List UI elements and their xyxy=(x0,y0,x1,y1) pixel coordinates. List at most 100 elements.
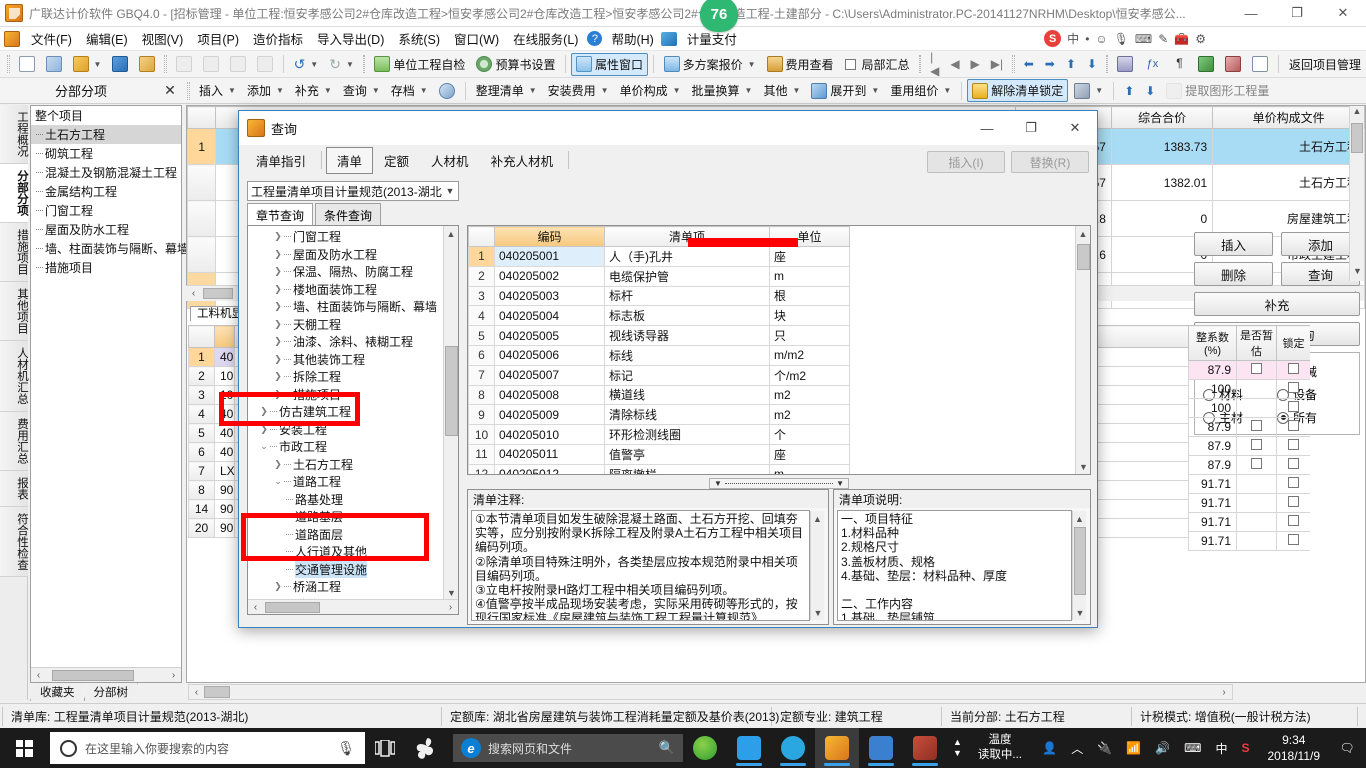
chevron-right-icon[interactable]: ❯ xyxy=(272,336,284,347)
table-row[interactable]: 87.9 xyxy=(1188,417,1310,437)
minimize-button[interactable]: — xyxy=(1228,0,1274,27)
paste-button[interactable] xyxy=(225,53,251,76)
book-button[interactable] xyxy=(1193,53,1219,76)
col-price-file[interactable]: 单价构成文件 xyxy=(1212,106,1365,129)
chapter-node-road-surface[interactable]: 道路面层 xyxy=(250,526,444,544)
menu-item-system[interactable]: 系统(S) xyxy=(391,26,447,51)
list-table-vertical-scrollbar[interactable]: ▲ ▼ xyxy=(1075,226,1090,474)
checkbox-icon[interactable] xyxy=(1251,420,1262,431)
checkbox-icon[interactable] xyxy=(1288,534,1299,545)
scroll-left-icon[interactable]: ‹ xyxy=(31,670,46,681)
cell-lock[interactable] xyxy=(1276,360,1310,380)
scroll-up-icon[interactable]: ▲ xyxy=(1073,511,1086,526)
checkbox-icon[interactable] xyxy=(1288,458,1299,469)
tab-list-guide[interactable]: 清单指引 xyxy=(245,147,317,174)
return-project-management-button[interactable]: 返回项目管理 xyxy=(1284,53,1366,76)
cell-estimate[interactable] xyxy=(1236,531,1277,551)
undo-button[interactable]: ↺ ▼ xyxy=(289,53,324,76)
chevron-right-icon[interactable]: ❯ xyxy=(272,319,284,330)
add-button[interactable]: 添加 ▼ xyxy=(242,79,289,102)
table-row[interactable]: 1 040205001 人（手)孔井座 xyxy=(468,246,1075,267)
sidebar-item-project-overview[interactable]: 工程概况 xyxy=(0,105,28,164)
chapter-node-subgrade[interactable]: 路基处理 xyxy=(250,491,444,509)
supplement-row-button[interactable]: 补充 xyxy=(1194,292,1360,316)
menu-item-file[interactable]: 文件(F) xyxy=(24,26,79,51)
chapter-node-installation[interactable]: ❯ 安装工程 xyxy=(250,421,444,439)
table-row[interactable]: 91.71 xyxy=(1188,531,1310,551)
supplement-button[interactable]: 补充 ▼ xyxy=(290,79,337,102)
tab-division-tree[interactable]: 分部树 xyxy=(84,682,139,701)
scroll-right-icon[interactable]: › xyxy=(166,670,181,681)
table-row[interactable]: 10 040205010 环形检测线圈个 xyxy=(468,424,1075,445)
cell-estimate[interactable] xyxy=(1236,360,1277,380)
cell-lock[interactable] xyxy=(1276,474,1310,494)
taskbar-app-360[interactable] xyxy=(683,728,727,768)
insert-button[interactable]: 插入 ▼ xyxy=(194,79,241,102)
insert-row-button[interactable]: 插入 xyxy=(1194,232,1273,256)
chevron-right-icon[interactable]: ❯ xyxy=(258,406,270,417)
move-up-icon[interactable]: ⬆ xyxy=(1061,57,1081,71)
microphone-icon[interactable]: 🎙 xyxy=(337,740,355,757)
start-button[interactable] xyxy=(0,728,48,768)
scroll-up-icon[interactable]: ▲ xyxy=(444,226,458,241)
tab-resources[interactable]: 人材机 xyxy=(420,147,480,174)
list-note-scrollbar[interactable]: ▲ ▼ xyxy=(810,511,824,620)
cell-lock[interactable] xyxy=(1276,531,1310,551)
checkbox-icon[interactable] xyxy=(1288,496,1299,507)
scroll-down-icon[interactable]: ▼ xyxy=(1076,459,1090,474)
move-right-icon[interactable]: ➡ xyxy=(1040,57,1060,71)
chapter-node-bridge[interactable]: ❯ 桥涵工程 xyxy=(250,578,444,596)
reuse-pricing-button[interactable]: 重用组价 ▼ xyxy=(885,79,956,102)
cell-lock[interactable] xyxy=(1276,493,1310,513)
dialog-minimize-button[interactable]: — xyxy=(965,112,1009,145)
menu-item-import-export[interactable]: 导入导出(D) xyxy=(310,26,391,51)
format-painter-button[interactable]: ▼ xyxy=(1069,79,1108,102)
wifi-icon[interactable]: 📶 xyxy=(1120,728,1147,768)
chevron-right-icon[interactable]: ❯ xyxy=(258,424,270,435)
delete-row-button[interactable]: 删除 xyxy=(1194,262,1273,286)
nav-prev-icon[interactable]: ◀ xyxy=(945,57,964,71)
report-button[interactable] xyxy=(1220,53,1246,76)
dialog-maximize-button[interactable]: ❐ xyxy=(1009,112,1053,145)
col-coefficient[interactable]: 整系数(%) xyxy=(1188,325,1237,361)
tab-chapter-query[interactable]: 章节查询 xyxy=(247,203,314,227)
ime-indicator[interactable]: 中 xyxy=(1209,728,1233,768)
checkbox-icon[interactable] xyxy=(1288,439,1299,450)
scroll-thumb[interactable] xyxy=(265,601,320,613)
scroll-thumb[interactable] xyxy=(1351,123,1363,153)
tab-condition-query[interactable]: 条件查询 xyxy=(315,203,382,227)
maximize-button[interactable]: ❐ xyxy=(1274,0,1320,27)
sidebar-item-resource-summary[interactable]: 人材机汇总 xyxy=(0,341,28,412)
scroll-thumb[interactable] xyxy=(445,346,458,436)
menu-item-project[interactable]: 项目(P) xyxy=(190,26,246,51)
tree-item-roofing[interactable]: 屋面及防水工程 xyxy=(31,220,181,239)
self-check-button[interactable]: 单位工程自检 xyxy=(369,53,470,76)
scroll-thumb[interactable] xyxy=(1074,527,1086,595)
dialog-close-button[interactable]: ✕ xyxy=(1053,112,1097,145)
batch-convert-button[interactable]: 批量换算 ▼ xyxy=(687,79,758,102)
move-left-icon[interactable]: ⬅ xyxy=(1019,57,1039,71)
taskbar-search-box[interactable]: 在这里输入你要搜索的内容 🎙 xyxy=(50,732,365,764)
chapter-node-paint[interactable]: ❯ 油漆、涂料、裱糊工程 xyxy=(250,333,444,351)
table-row[interactable]: 87.9 xyxy=(1188,436,1310,456)
replace-action-button[interactable]: 替换(R) xyxy=(1011,151,1089,173)
list-description-scrollbar[interactable]: ▲ ▼ xyxy=(1072,511,1086,620)
menu-item-help[interactable]: 帮助(H) xyxy=(604,26,660,51)
find-button[interactable] xyxy=(434,79,460,102)
new-project-button[interactable] xyxy=(41,53,67,76)
checkbox-icon[interactable] xyxy=(1288,515,1299,526)
col-unit[interactable]: 单位 xyxy=(769,226,850,247)
edge-search-box[interactable]: e 搜索网页和文件 🔍 xyxy=(453,734,683,762)
table-row[interactable]: 7 040205007 标记 个/m2 xyxy=(468,364,1075,386)
move-down-icon[interactable]: ⬇ xyxy=(1082,57,1102,71)
organize-list-button[interactable]: 整理清单 ▼ xyxy=(471,79,542,102)
checkbox-icon[interactable] xyxy=(1288,420,1299,431)
tree-item-doors[interactable]: 门窗工程 xyxy=(31,201,181,220)
ime-voice-icon[interactable]: 🎙 xyxy=(1114,32,1129,46)
tray-expand-button[interactable]: ▲ ▼ xyxy=(947,737,968,759)
notification-center-button[interactable]: 🗨 xyxy=(1332,728,1362,768)
chapter-node-roof-waterproof[interactable]: ❯ 屋面及防水工程 xyxy=(250,246,444,264)
checkbox-icon[interactable] xyxy=(1288,477,1299,488)
cell-estimate[interactable] xyxy=(1236,436,1277,456)
tab-supplement-resources[interactable]: 补充人材机 xyxy=(480,147,565,174)
